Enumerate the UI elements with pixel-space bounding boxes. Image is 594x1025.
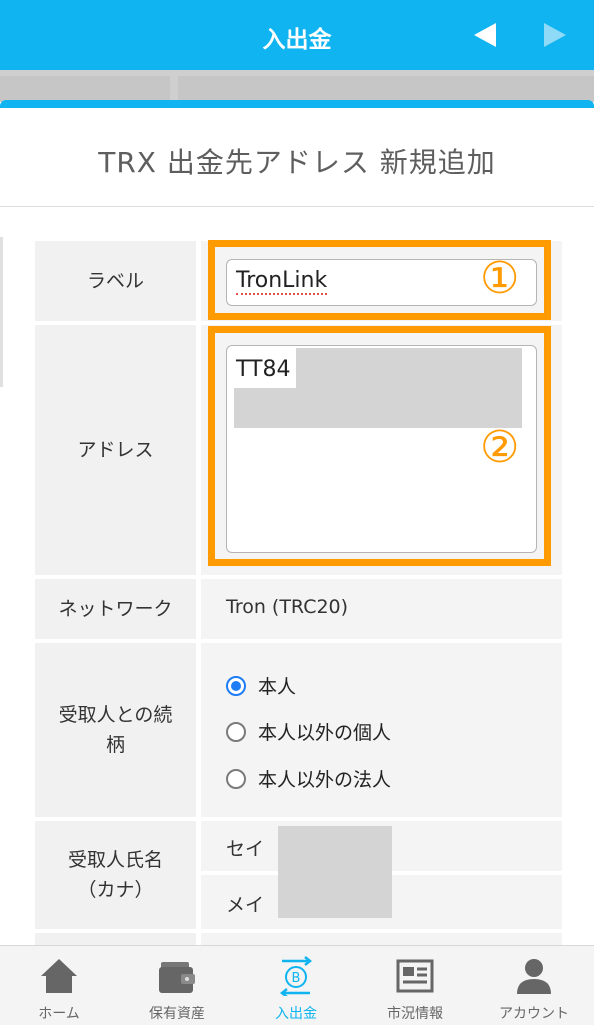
marker-2: ②: [480, 422, 520, 473]
bottom-tab-bar: ホーム 保有資産 B 入出金 市況情報 アカウント: [0, 945, 594, 1025]
mei-label: メイ: [226, 894, 265, 916]
recipient-name-label-line1: 受取人氏名: [67, 849, 163, 871]
recipient-name-field-label: 受取人氏名 （カナ）: [35, 821, 196, 929]
tab-deposit-withdraw[interactable]: B 入出金: [237, 946, 355, 1025]
radio-button[interactable]: [226, 721, 246, 742]
radio-button[interactable]: [226, 768, 246, 789]
radio-self[interactable]: 本人: [226, 672, 296, 699]
next-arrow-icon[interactable]: [542, 21, 570, 49]
news-icon: [396, 959, 434, 993]
prev-arrow-icon[interactable]: [470, 21, 498, 49]
account-icon: [517, 959, 551, 994]
next-row-label: [35, 933, 196, 945]
wallet-icon: [159, 962, 195, 993]
tab-label: 保有資産: [149, 1006, 205, 1022]
relationship-field-label: 受取人との続 柄: [35, 643, 196, 817]
tab-label: 入出金: [275, 1006, 317, 1022]
tab-label: ホーム: [38, 1006, 80, 1022]
network-value: Tron (TRC20): [226, 596, 349, 618]
radio-other-corporation[interactable]: 本人以外の法人: [226, 765, 391, 792]
page-title: TRX 出金先アドレス 新規追加: [98, 146, 496, 179]
network-field-label: ネットワーク: [35, 579, 196, 639]
form-content: ラベル TronLink ① アドレス TT84 ② ネットワーク Tron (…: [0, 207, 594, 945]
marker-1: ①: [480, 253, 520, 304]
tab-holdings[interactable]: 保有資産: [118, 946, 236, 1025]
background-strip: [0, 70, 594, 102]
tab-account[interactable]: アカウント: [475, 946, 593, 1025]
transfer-icon: B: [279, 956, 313, 996]
scroll-edge: [0, 237, 3, 387]
next-row-cell: [201, 933, 562, 945]
tab-home[interactable]: ホーム: [0, 946, 118, 1025]
tab-market-info[interactable]: 市況情報: [356, 946, 474, 1025]
radio-button-selected[interactable]: [226, 675, 246, 696]
radio-other-individual[interactable]: 本人以外の個人: [226, 718, 391, 745]
radio-label: 本人: [258, 676, 297, 698]
radio-label: 本人以外の法人: [258, 769, 392, 791]
radio-label: 本人以外の個人: [258, 722, 392, 744]
label-field-label: ラベル: [35, 241, 196, 321]
modal-top-edge: [0, 100, 594, 108]
top-bar-title: 入出金: [262, 27, 332, 53]
relationship-label-line2: 柄: [105, 734, 125, 756]
top-bar: 入出金: [0, 0, 594, 70]
svg-text:B: B: [292, 971, 301, 986]
tab-label: アカウント: [499, 1006, 569, 1022]
sei-label: セイ: [226, 838, 265, 860]
relationship-label-line1: 受取人との続: [58, 704, 173, 726]
home-icon: [41, 959, 77, 993]
tab-label: 市況情報: [387, 1006, 443, 1022]
address-field-label: アドレス: [35, 325, 196, 575]
redacted-block: [278, 826, 392, 918]
modal-header: TRX 出金先アドレス 新規追加: [0, 108, 594, 207]
recipient-name-label-line2: （カナ）: [77, 879, 154, 901]
